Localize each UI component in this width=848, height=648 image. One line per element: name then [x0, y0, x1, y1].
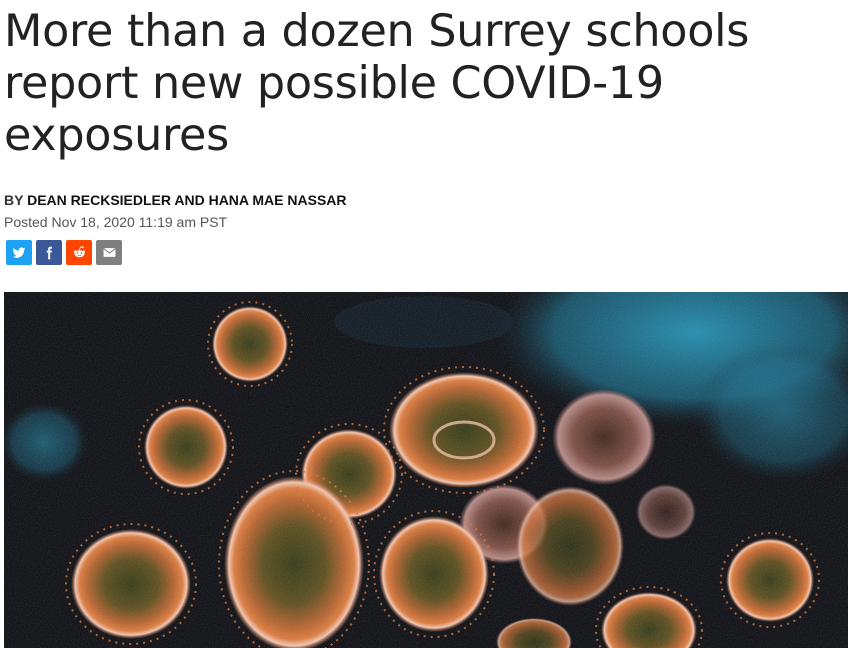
twitter-icon: [12, 246, 26, 258]
coronavirus-micrograph-image: [4, 292, 848, 648]
facebook-share-button[interactable]: [36, 240, 62, 265]
reddit-icon: [73, 246, 85, 258]
share-bar: [6, 240, 122, 265]
posted-date: Posted Nov 18, 2020 11:19 am PST: [4, 214, 228, 230]
twitter-share-button[interactable]: [6, 240, 32, 265]
reddit-share-button[interactable]: [66, 240, 92, 265]
article-byline: BY DEAN RECKSIEDLER AND HANA MAE NASSAR: [4, 192, 347, 208]
byline-prefix: BY: [4, 192, 24, 208]
email-share-button[interactable]: [96, 240, 122, 265]
email-icon: [102, 248, 116, 257]
article-headline: More than a dozen Surrey schools report …: [4, 6, 750, 161]
facebook-icon: [46, 246, 52, 259]
byline-authors[interactable]: DEAN RECKSIEDLER AND HANA MAE NASSAR: [27, 192, 346, 208]
hero-image[interactable]: [4, 292, 848, 648]
